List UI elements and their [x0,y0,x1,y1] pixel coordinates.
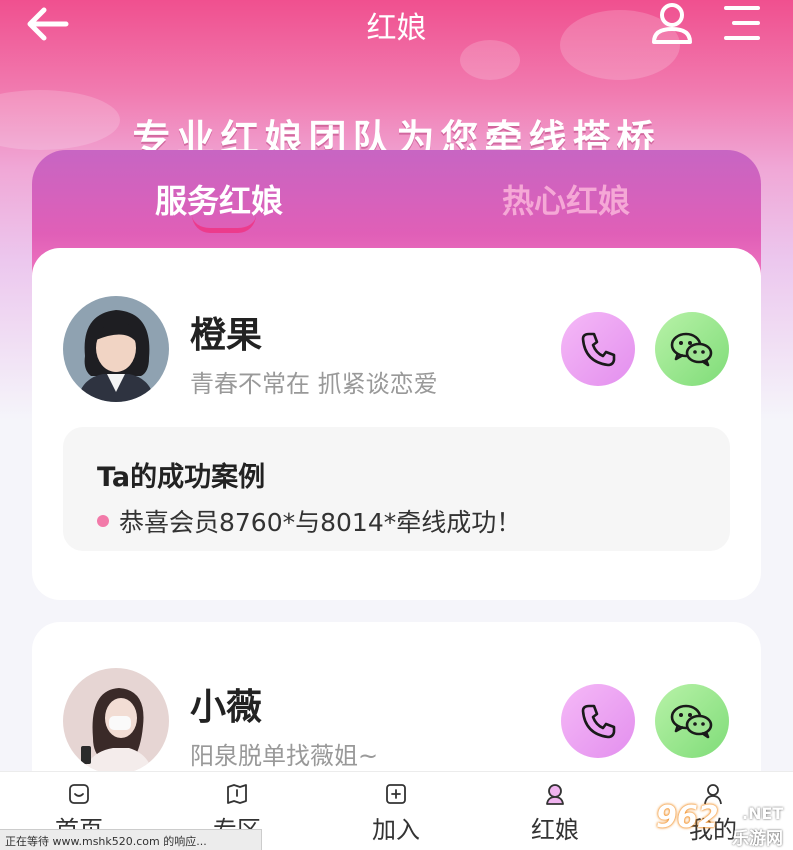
watermark-net: .NET [742,804,784,823]
user-button[interactable] [648,2,696,44]
watermark-site: 乐游网 [732,829,783,849]
home-icon [69,784,89,804]
nav-matchmaker[interactable]: 红娘 [476,772,634,850]
phone-icon [581,332,616,367]
nav-join-label: 加入 [372,816,420,844]
bullet-dot-icon [97,515,109,527]
top-bar: 红娘 [0,0,793,50]
success-case-box: Ta的成功案例 恭喜会员8760*与8014*牵线成功！ [63,427,730,551]
matchmaker-motto: 青春不常在 抓紧谈恋爱 [190,370,438,398]
wechat-icon [670,332,713,367]
success-case-title: Ta的成功案例 [97,462,266,493]
wechat-button[interactable] [655,312,729,386]
phone-icon [581,704,616,739]
plus-square-icon [386,784,406,804]
wechat-button[interactable] [655,684,729,758]
avatar-image [63,668,169,774]
avatar[interactable] [63,296,169,402]
avatar[interactable] [63,668,169,774]
menu-icon [724,6,760,40]
success-case-text: 恭喜会员8760*与8014*牵线成功！ [119,508,522,537]
matchmaker-name: 橙果 [190,315,263,356]
watermark-number: 962 [656,800,719,835]
active-tab-indicator [192,215,256,233]
browser-status-bar: 正在等待 www.mshk520.com 的响应... [0,829,262,850]
nav-matchmaker-label: 红娘 [531,816,579,844]
matchmaker-motto: 阳泉脱单找薇姐~ [190,742,379,770]
tab-warm-matchmaker[interactable]: 热心红娘 [502,176,630,222]
nav-join[interactable]: 加入 [317,772,475,850]
call-button[interactable] [561,684,635,758]
page-title: 红娘 [366,11,427,46]
site-watermark-logo: 962 .NET 乐游网 [646,798,788,849]
matchmaker-icon [546,784,564,805]
avatar-image [63,296,169,402]
matchmaker-card: 橙果 青春不常在 抓紧谈恋爱 Ta的成功案例 恭喜会员8760*与8014*牵线… [32,248,761,600]
matchmaker-name: 小薇 [190,687,263,728]
back-button[interactable] [22,4,72,44]
book-icon [227,784,247,804]
user-icon [652,3,692,44]
menu-button[interactable] [720,2,764,44]
wechat-icon [670,704,713,739]
arrow-left-icon [27,7,69,41]
call-button[interactable] [561,312,635,386]
